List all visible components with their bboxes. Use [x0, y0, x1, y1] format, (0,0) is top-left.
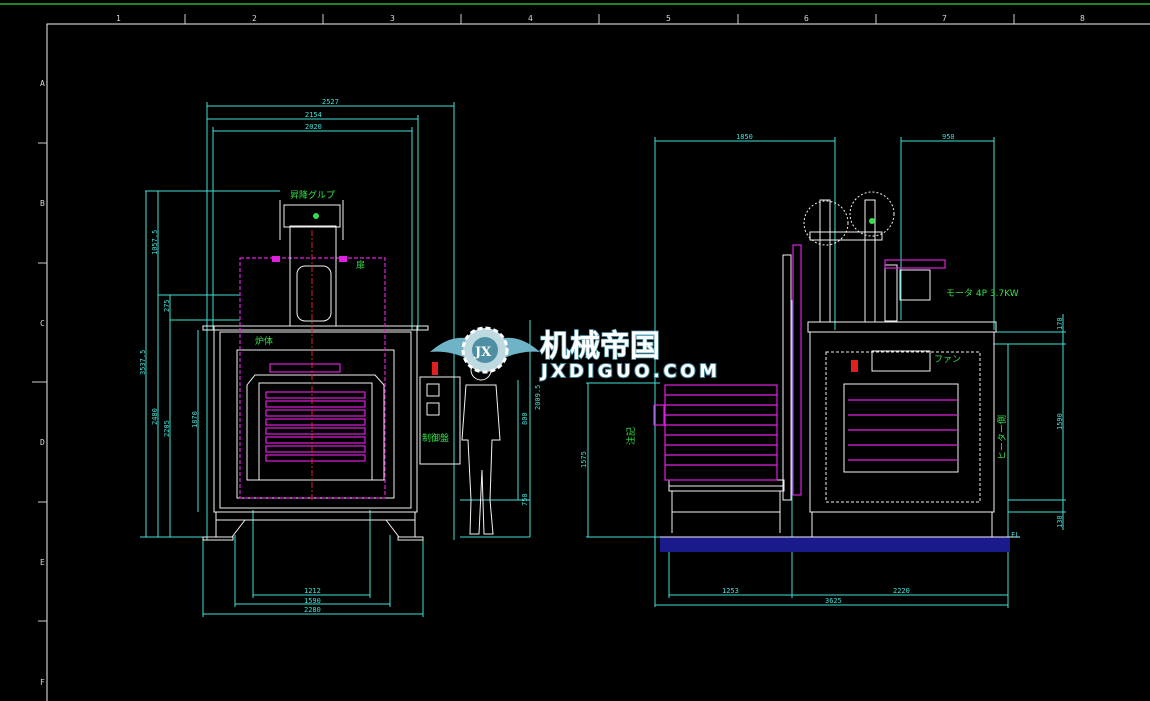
lift-bracket-right — [339, 256, 347, 262]
watermark-title: 机械帝国 — [540, 329, 660, 364]
dim-2280: 2280 — [304, 606, 321, 614]
column-label-2: 2 — [252, 14, 257, 23]
column-label-5: 5 — [666, 14, 671, 23]
label-furnace-body: 炉体 — [255, 335, 273, 347]
dim-2020: 2020 — [305, 123, 322, 131]
label-floor-level: FL — [1011, 531, 1019, 539]
column-label-6: 6 — [804, 14, 809, 23]
row-label-e: E — [40, 558, 45, 567]
column-label-8: 8 — [1080, 14, 1085, 23]
dim-1253: 1253 — [722, 587, 739, 595]
cad-drawing: 1 2 3 4 5 6 7 8 A B C D E F 昇降グルプ 扉 炉体 制… — [0, 3, 1150, 701]
dim-1870: 1870 — [191, 411, 199, 428]
dim-2154: 2154 — [305, 111, 322, 119]
label-door: 扉 — [356, 259, 365, 271]
logo-text: JX — [474, 345, 492, 360]
dim-138: 138 — [1056, 515, 1064, 528]
watermark-url: JXDIGUO.COM — [539, 361, 717, 382]
dim-1212: 1212 — [304, 587, 321, 595]
dim-1590-side: 1590 — [1056, 413, 1064, 430]
dim-950: 950 — [942, 133, 955, 141]
column-label-3: 3 — [390, 14, 395, 23]
lift-bracket-left — [272, 256, 280, 262]
dim-275: 275 — [163, 299, 171, 312]
dim-2220: 2220 — [893, 587, 910, 595]
row-label-d: D — [40, 438, 45, 447]
dim-2480: 2480 — [151, 408, 159, 425]
human-figure — [461, 359, 501, 535]
label-control-panel: 制御盤 — [422, 432, 449, 444]
row-label-f: F — [40, 678, 45, 687]
label-lift-group: 昇降グルプ — [290, 189, 335, 201]
label-heater: ヒーター側 — [996, 415, 1008, 460]
dim-3625: 3625 — [825, 597, 842, 605]
side-motor-indicator — [869, 218, 875, 224]
row-label-c: C — [40, 319, 45, 328]
lift-motor-indicator — [313, 213, 319, 219]
dim-170: 170 — [1056, 317, 1064, 330]
control-panel-lamp — [432, 362, 438, 375]
dim-2009-5: 2009.5 — [534, 385, 542, 410]
dim-2527: 2527 — [322, 98, 339, 106]
row-label-a: A — [40, 79, 45, 88]
dim-1057-5: 1057.5 — [151, 230, 159, 255]
dim-1575: 1575 — [580, 451, 588, 468]
watermark-logo: JX — [430, 326, 540, 374]
label-note: 注記 — [625, 427, 637, 445]
column-label-1: 1 — [116, 14, 121, 23]
dim-2205: 2205 — [163, 420, 171, 437]
dim-1850: 1850 — [736, 133, 753, 141]
label-motor: モータ 4P 3.7KW — [946, 288, 1019, 299]
dim-3537-5: 3537.5 — [139, 350, 147, 375]
dim-800: 800 — [521, 412, 529, 425]
column-ticks — [32, 14, 1015, 622]
row-label-b: B — [40, 199, 45, 208]
side-lamp — [851, 360, 858, 372]
furnace-body-outline — [202, 325, 429, 541]
floor-hatch — [660, 537, 1010, 552]
dim-750: 750 — [521, 493, 529, 506]
label-fan: ファン — [934, 355, 961, 365]
column-label-4: 4 — [528, 14, 533, 23]
column-label-7: 7 — [942, 14, 947, 23]
dim-1590: 1590 — [304, 597, 321, 605]
